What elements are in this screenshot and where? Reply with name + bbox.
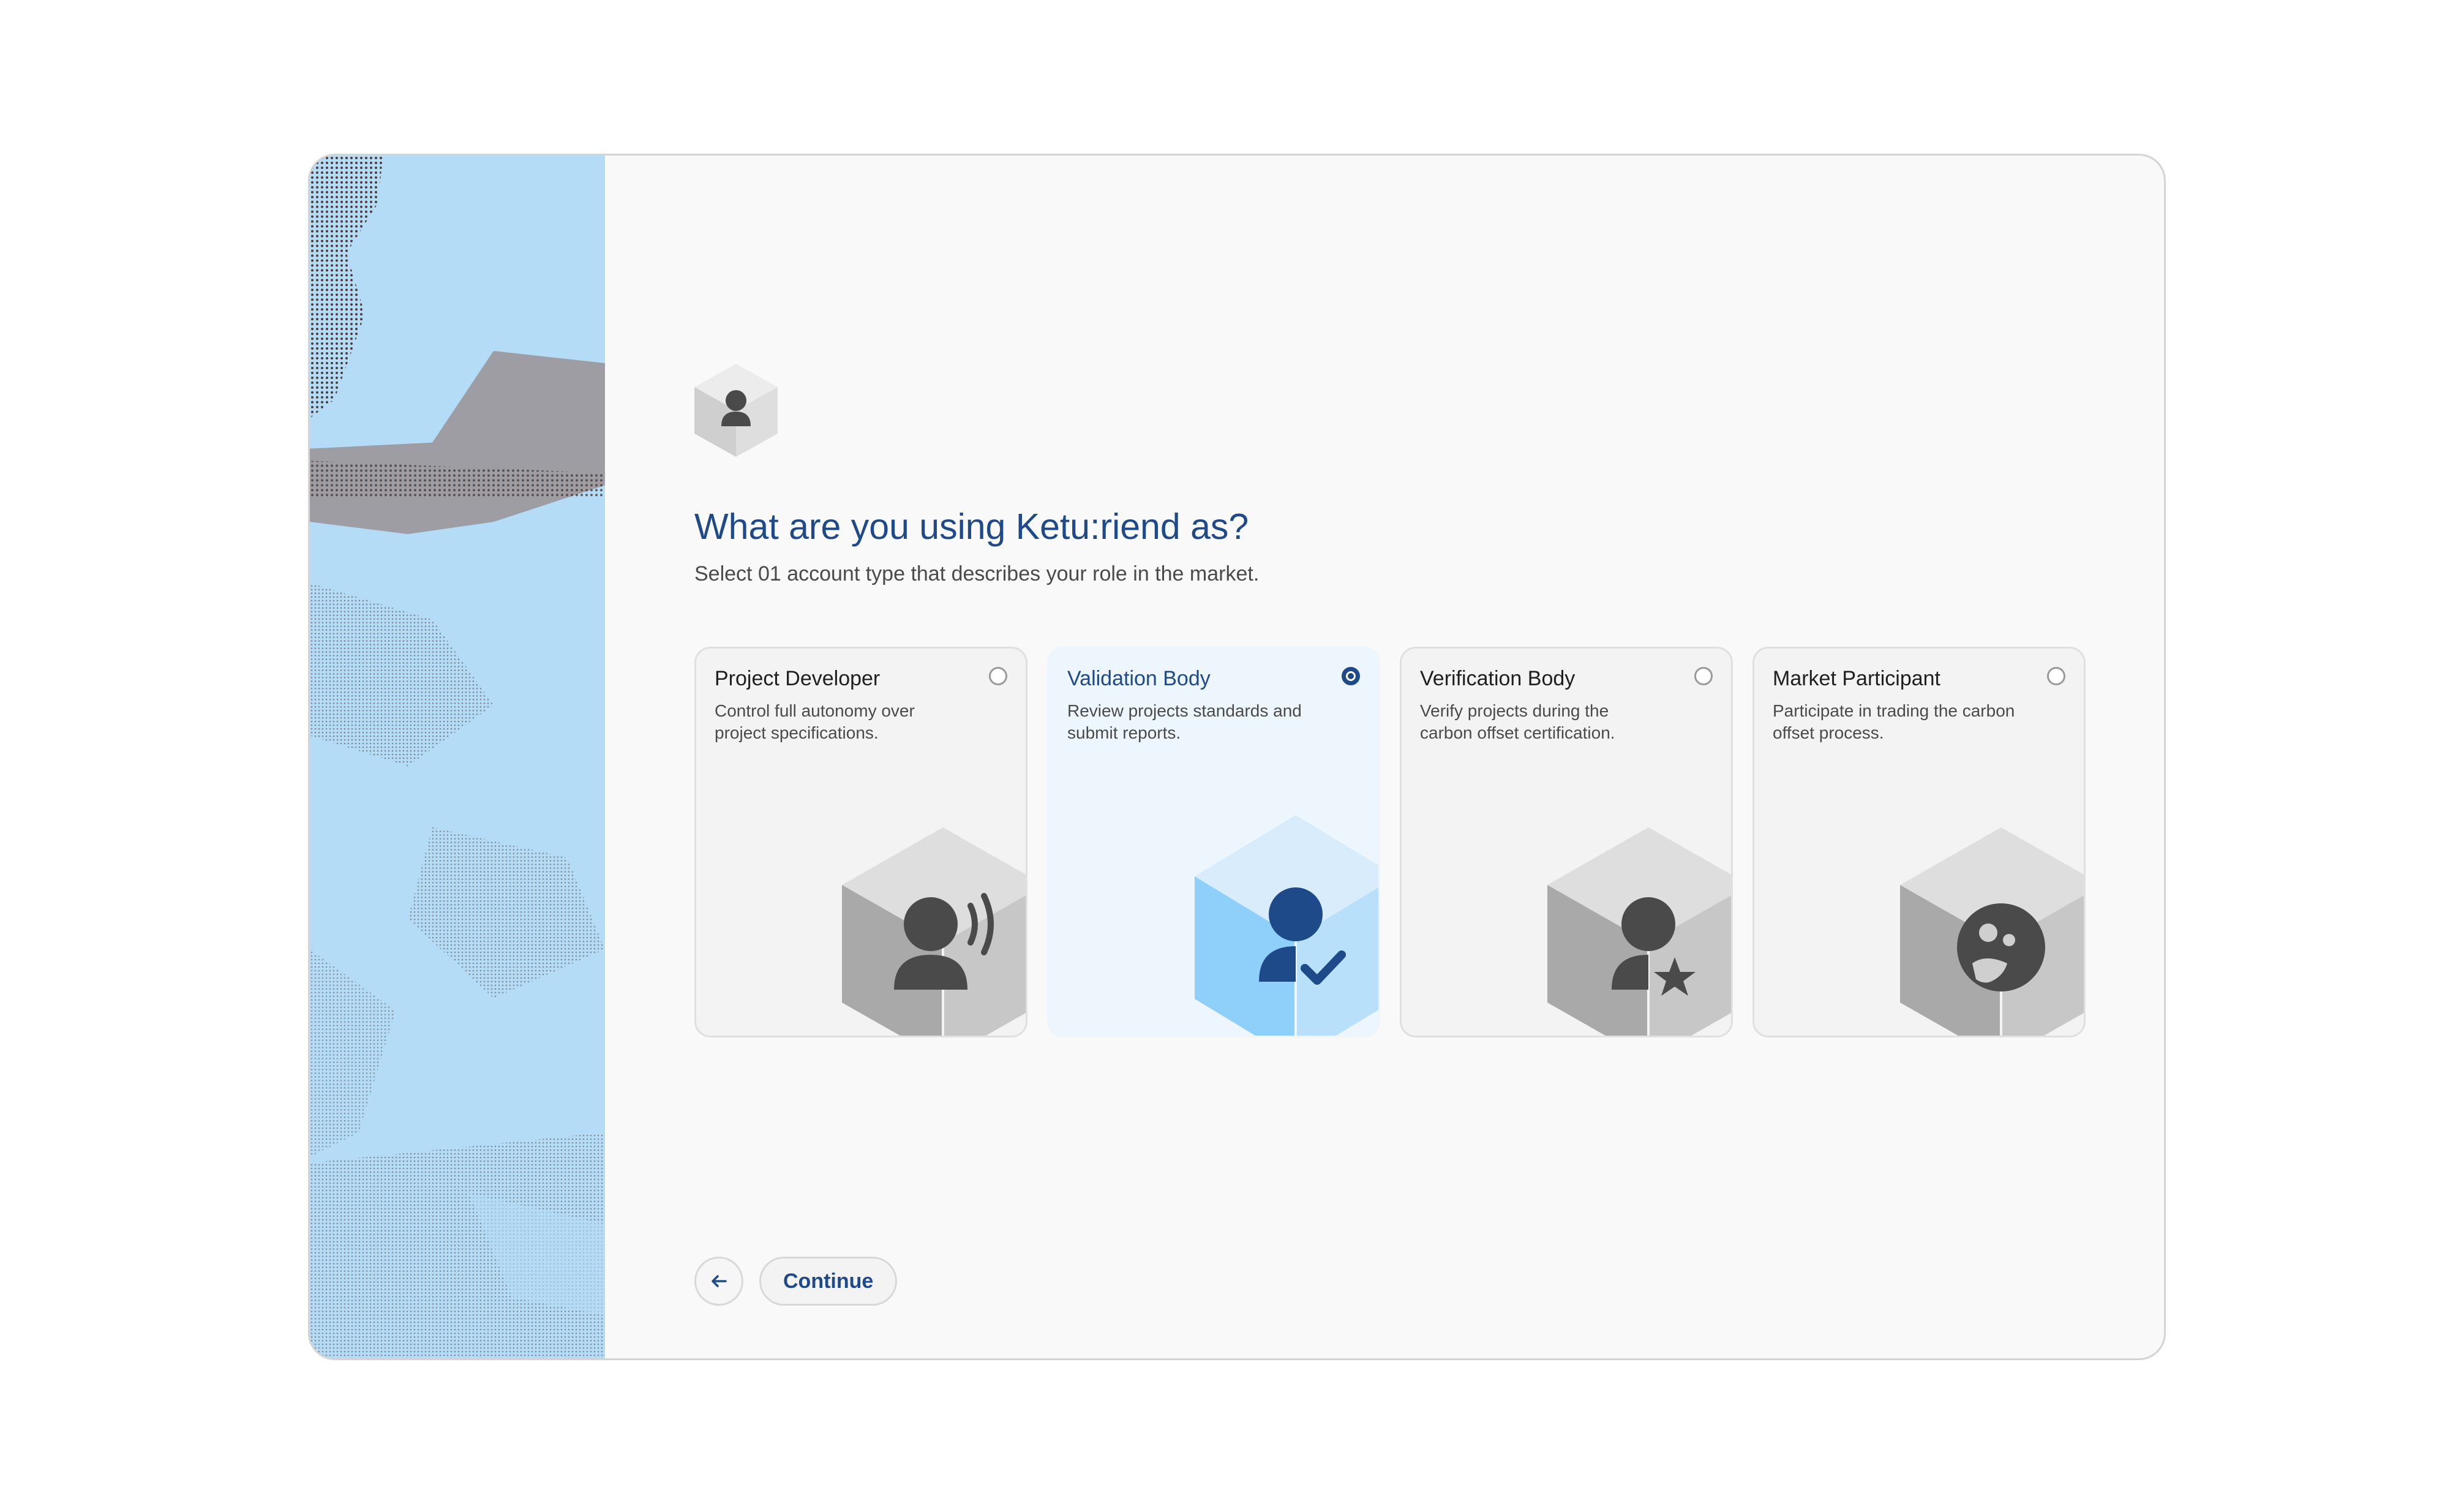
- person-check-icon: [1195, 815, 1378, 1036]
- cube-user-logo-icon: [694, 364, 778, 457]
- option-card-validation-body[interactable]: Validation Body Review projects standard…: [1047, 647, 1380, 1037]
- option-title: Validation Body: [1067, 667, 1211, 690]
- page-title: What are you using Ketu:riend as?: [694, 506, 1249, 547]
- page-subtitle: Select 01 account type that describes yo…: [694, 562, 1260, 585]
- option-card-market-participant[interactable]: Market Participant Participate in tradin…: [1752, 647, 2086, 1037]
- option-description: Participate in trading the carbon offset…: [1773, 701, 2015, 742]
- option-radio[interactable]: [989, 667, 1007, 685]
- option-card-project-developer[interactable]: Project Developer Control full autonomy …: [694, 647, 1027, 1037]
- arrow-left-icon: [712, 1275, 727, 1287]
- option-radio-selected[interactable]: [1342, 667, 1360, 685]
- back-button[interactable]: [694, 1257, 743, 1306]
- continue-button[interactable]: Continue: [759, 1257, 898, 1306]
- option-description: Review projects standards and submit rep…: [1067, 701, 1302, 742]
- option-description: Control full autonomy over project speci…: [715, 701, 915, 742]
- option-title: Project Developer: [715, 667, 881, 690]
- signup-window: What are you using Ketu:riend as? Select…: [308, 154, 2166, 1360]
- option-radio[interactable]: [1694, 667, 1713, 685]
- decorative-art-panel: [310, 156, 605, 1358]
- option-title: Verification Body: [1420, 667, 1576, 690]
- option-title: Market Participant: [1773, 667, 1940, 690]
- option-card-verification-body[interactable]: Verification Body Verify projects during…: [1400, 647, 1733, 1037]
- option-description: Verify projects during the carbon offset…: [1420, 701, 1615, 742]
- coins-icon: [1900, 827, 2084, 1036]
- person-broadcast-icon: [842, 827, 1026, 1036]
- option-radio[interactable]: [2047, 667, 2065, 685]
- person-star-icon: [1547, 827, 1731, 1036]
